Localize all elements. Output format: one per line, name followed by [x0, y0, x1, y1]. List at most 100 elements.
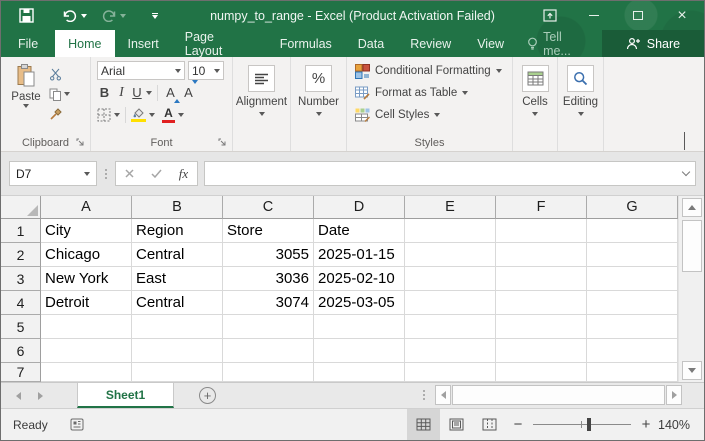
horizontal-scrollbar-thumb[interactable]: [452, 385, 665, 405]
collapse-ribbon-button[interactable]: [684, 133, 692, 141]
cell-c2[interactable]: 3055: [223, 243, 314, 267]
cell-d7[interactable]: [314, 363, 405, 382]
customize-quick-access-button[interactable]: [148, 4, 162, 28]
minimize-button[interactable]: [572, 1, 616, 30]
cell-b6[interactable]: [132, 339, 223, 363]
zoom-out-button[interactable]: −: [509, 416, 527, 433]
column-header-d[interactable]: D: [314, 196, 405, 219]
vertical-scrollbar-thumb[interactable]: [682, 220, 702, 272]
previous-sheet-button[interactable]: [9, 383, 27, 408]
name-box-dropdown-arrow[interactable]: [84, 172, 90, 176]
zoom-level[interactable]: 140%: [658, 409, 690, 440]
font-name-select[interactable]: Arial: [97, 61, 185, 80]
underline-dropdown-arrow[interactable]: [146, 91, 152, 95]
cell-e6[interactable]: [405, 339, 496, 363]
alignment-group-button[interactable]: Alignment: [233, 57, 291, 151]
expand-formula-bar-arrow[interactable]: [682, 168, 690, 176]
clipboard-dialog-launcher[interactable]: [76, 138, 86, 148]
redo-button[interactable]: [97, 4, 130, 28]
tab-view[interactable]: View: [464, 30, 517, 57]
column-header-c[interactable]: C: [223, 196, 314, 219]
cut-button[interactable]: [49, 66, 70, 82]
scroll-left-button[interactable]: [435, 385, 451, 405]
cell-d5[interactable]: [314, 315, 405, 339]
font-size-select[interactable]: 10: [188, 61, 224, 80]
enter-button[interactable]: [143, 162, 170, 185]
font-color-button[interactable]: A: [162, 106, 175, 120]
column-header-g[interactable]: G: [587, 196, 678, 219]
cell-a5[interactable]: [41, 315, 132, 339]
cell-g5[interactable]: [587, 315, 678, 339]
format-as-table-button[interactable]: Format as Table: [355, 84, 508, 102]
conditional-formatting-button[interactable]: Conditional Formatting: [355, 62, 508, 80]
column-header-b[interactable]: B: [132, 196, 223, 219]
ribbon-display-options-button[interactable]: [528, 1, 572, 30]
cell-c4[interactable]: 3074: [223, 291, 314, 315]
row-header-3[interactable]: 3: [1, 267, 41, 291]
cell-c6[interactable]: [223, 339, 314, 363]
new-sheet-button[interactable]: +: [199, 387, 216, 404]
underline-button[interactable]: U: [131, 85, 143, 100]
save-button[interactable]: [15, 4, 38, 28]
vertical-scrollbar[interactable]: [678, 196, 704, 382]
tab-formulas[interactable]: Formulas: [267, 30, 345, 57]
horizontal-scrollbar[interactable]: [435, 385, 682, 405]
row-header-6[interactable]: 6: [1, 339, 41, 363]
cell-b7[interactable]: [132, 363, 223, 382]
normal-view-button[interactable]: [407, 409, 440, 440]
cell-f3[interactable]: [496, 267, 587, 291]
cell-a3[interactable]: New York: [41, 267, 132, 291]
cell-e5[interactable]: [405, 315, 496, 339]
cell-g4[interactable]: [587, 291, 678, 315]
maximize-button[interactable]: [616, 1, 660, 30]
cell-g3[interactable]: [587, 267, 678, 291]
italic-button[interactable]: I: [115, 85, 128, 101]
cell-g1[interactable]: [587, 219, 678, 243]
share-button[interactable]: Share: [602, 30, 704, 57]
shrink-font-button[interactable]: A: [181, 85, 196, 100]
tab-insert[interactable]: Insert: [115, 30, 172, 57]
sheet-tab-sheet1[interactable]: Sheet1: [77, 383, 174, 408]
cell-e1[interactable]: [405, 219, 496, 243]
editing-group-button[interactable]: Editing: [558, 57, 604, 151]
cell-f2[interactable]: [496, 243, 587, 267]
cell-d2[interactable]: 2025-01-15: [314, 243, 405, 267]
formula-bar-drag-handle[interactable]: [103, 169, 109, 179]
cancel-button[interactable]: [116, 162, 143, 185]
number-group-button[interactable]: % Number: [291, 57, 347, 151]
row-header-7[interactable]: 7: [1, 363, 41, 382]
next-sheet-button[interactable]: [31, 383, 49, 408]
format-painter-button[interactable]: [49, 106, 70, 122]
cell-f4[interactable]: [496, 291, 587, 315]
tab-review[interactable]: Review: [397, 30, 464, 57]
cells-group-button[interactable]: Cells: [513, 57, 558, 151]
cell-b5[interactable]: [132, 315, 223, 339]
scroll-right-button[interactable]: [666, 385, 682, 405]
cell-c5[interactable]: [223, 315, 314, 339]
scroll-up-button[interactable]: [682, 198, 702, 217]
tab-file[interactable]: File: [1, 30, 55, 57]
insert-function-button[interactable]: fx: [170, 162, 197, 185]
cell-b2[interactable]: Central: [132, 243, 223, 267]
row-header-2[interactable]: 2: [1, 243, 41, 267]
zoom-slider[interactable]: [533, 424, 631, 425]
cell-b4[interactable]: Central: [132, 291, 223, 315]
cell-e7[interactable]: [405, 363, 496, 382]
cell-g6[interactable]: [587, 339, 678, 363]
cell-d1[interactable]: Date: [314, 219, 405, 243]
bold-button[interactable]: B: [97, 85, 112, 100]
name-box[interactable]: D7: [9, 161, 97, 186]
cell-e3[interactable]: [405, 267, 496, 291]
macro-record-icon[interactable]: [70, 418, 84, 431]
cell-a7[interactable]: [41, 363, 132, 382]
fill-color-button[interactable]: [131, 107, 146, 119]
cell-d6[interactable]: [314, 339, 405, 363]
tab-page-layout[interactable]: Page Layout: [172, 30, 267, 57]
tab-data[interactable]: Data: [345, 30, 397, 57]
close-button[interactable]: ×: [660, 1, 704, 30]
grow-font-button[interactable]: A: [163, 85, 178, 100]
cell-b3[interactable]: East: [132, 267, 223, 291]
formula-input[interactable]: [204, 161, 696, 186]
undo-dropdown-arrow[interactable]: [81, 14, 87, 18]
cell-f6[interactable]: [496, 339, 587, 363]
